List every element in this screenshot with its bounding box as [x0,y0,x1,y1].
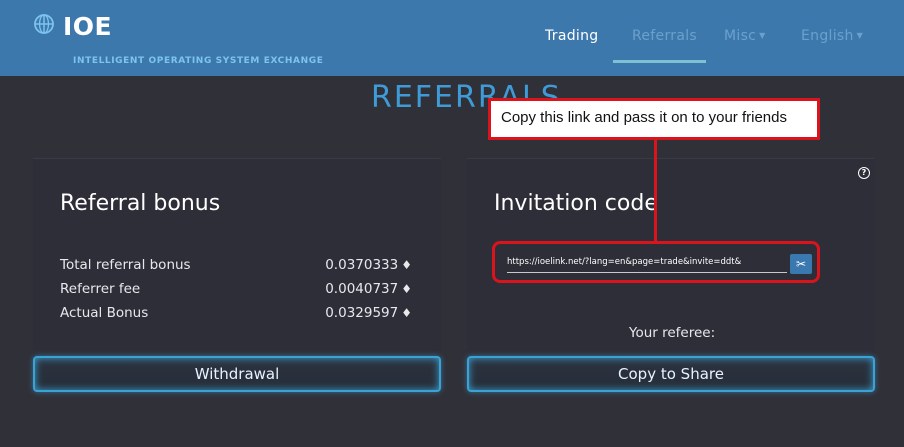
copy-to-share-button[interactable]: Copy to Share [467,356,875,392]
caret-down-icon: ▼ [856,31,864,40]
bonus-row-actual: Actual Bonus 0.0329597 ♦ [60,305,412,325]
nav-item-label: Misc [724,28,757,44]
ethereum-diamond-icon: ♦ [401,258,412,272]
panel-title: Referral bonus [60,191,221,216]
bonus-label: Actual Bonus [60,305,149,321]
globe-icon [34,14,54,34]
bonus-row-fee: Referrer fee 0.0040737 ♦ [60,281,412,301]
bonus-value: 0.0040737 ♦ [325,281,412,297]
referral-bonus-panel: Referral bonus Total referral bonus 0.03… [33,158,441,392]
ethereum-diamond-icon: ♦ [401,282,412,296]
nav-item-label: Trading [545,28,599,44]
panel-title: Invitation code [494,191,658,216]
ethereum-diamond-icon: ♦ [401,306,412,320]
nav-item-trading[interactable]: Trading [545,28,598,44]
bonus-amount: 0.0329597 [325,305,399,321]
nav-item-label: Referrals [632,28,697,44]
bonus-amount: 0.0370333 [325,257,399,273]
annotation-callout: Copy this link and pass it on to your fr… [488,98,820,140]
brand-name[interactable]: IOE [63,12,112,41]
brand-tagline: INTELLIGENT OPERATING SYSTEM EXCHANGE [73,56,324,66]
nav-item-misc[interactable]: Misc ▼ [724,28,766,44]
bonus-label: Referrer fee [60,281,141,297]
question-icon[interactable]: ? [858,167,870,179]
referee-label: Your referee: [629,325,716,341]
invite-link-field[interactable]: https://ioelink.net/?lang=en&page=trade&… [507,257,787,273]
caret-down-icon: ▼ [759,31,766,40]
bonus-value: 0.0329597 ♦ [325,305,412,321]
bonus-row-total: Total referral bonus 0.0370333 ♦ [60,257,412,277]
nav-item-referrals[interactable]: Referrals [632,28,697,44]
bonus-label: Total referral bonus [60,257,191,273]
scissors-icon[interactable]: ✂ [790,254,812,274]
top-header: IOE INTELLIGENT OPERATING SYSTEM EXCHANG… [0,0,904,76]
active-nav-indicator [613,60,706,63]
annotation-connector [654,140,657,241]
invitation-code-panel: ? Invitation code https://ioelink.net/?l… [467,158,875,392]
withdrawal-button[interactable]: Withdrawal [33,356,441,392]
nav-item-label: English [801,28,854,44]
bonus-amount: 0.0040737 [325,281,399,297]
bonus-value: 0.0370333 ♦ [325,257,412,273]
invite-link-highlight: https://ioelink.net/?lang=en&page=trade&… [492,241,820,283]
nav-item-language[interactable]: English ▼ [801,28,863,44]
